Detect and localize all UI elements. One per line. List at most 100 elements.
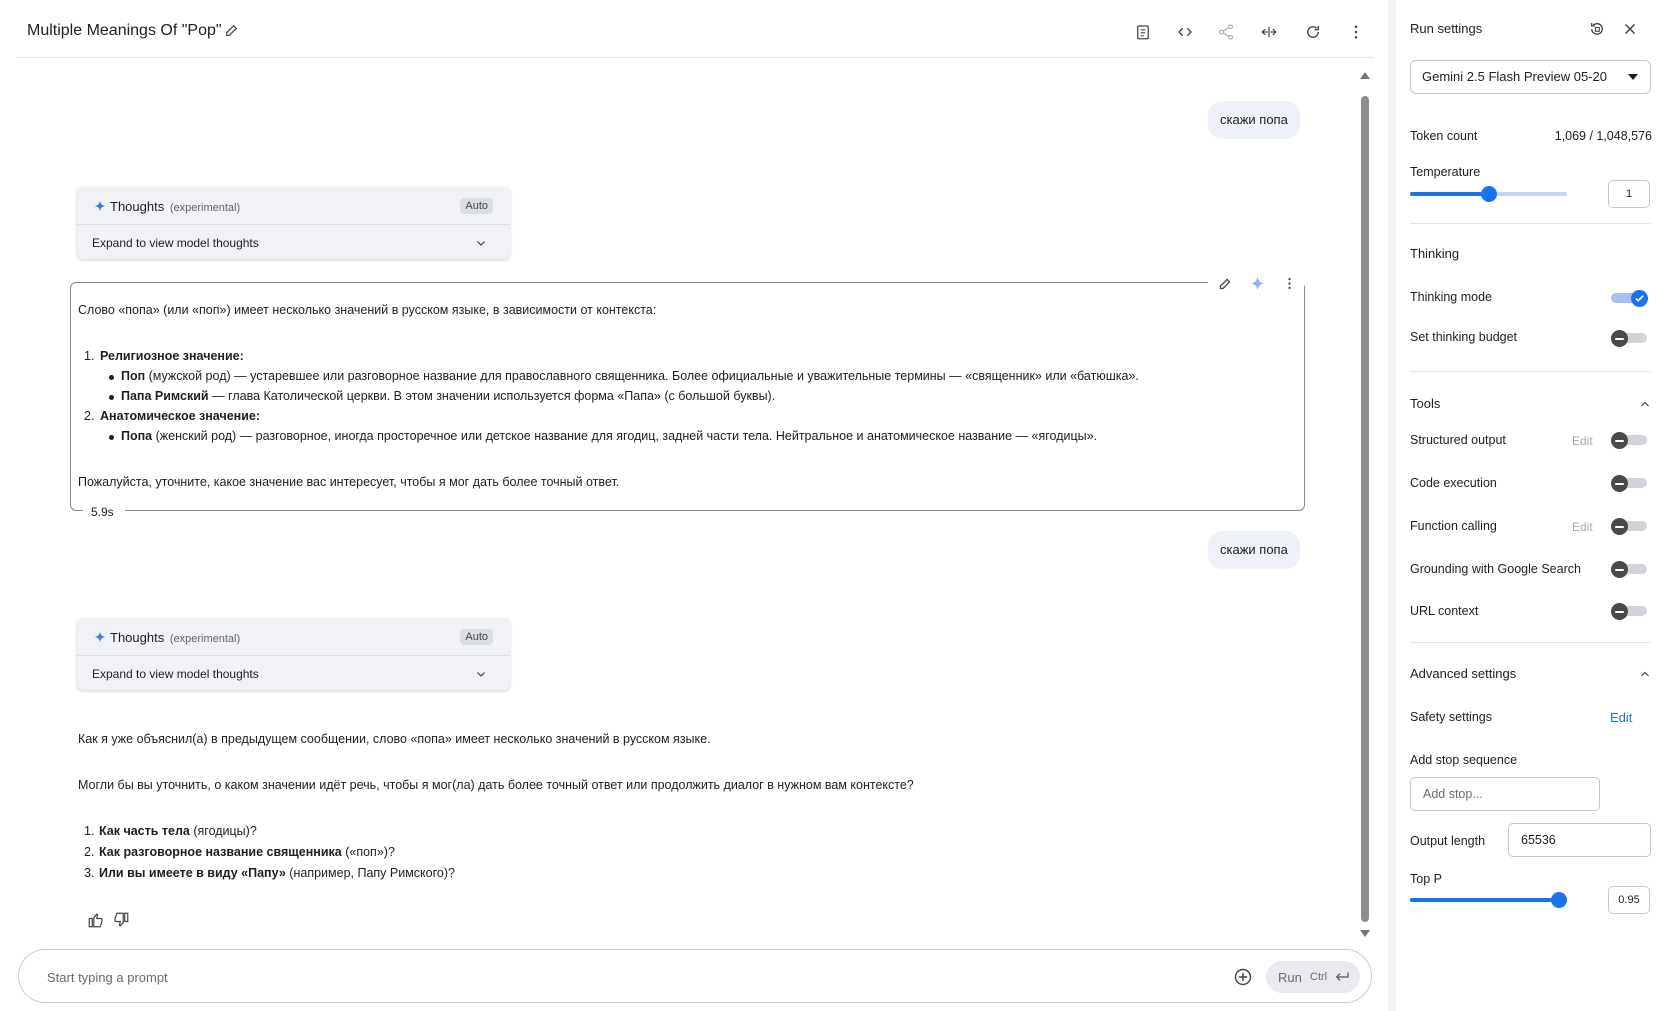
scroll-up-arrow[interactable] [1360,72,1370,79]
expand-thoughts-label[interactable]: Expand to view model thoughts [92,236,259,250]
caret-down-icon [1628,74,1638,80]
add-circle-icon[interactable] [1233,967,1253,987]
thinking-mode-label: Thinking mode [1410,290,1492,304]
bullet-dot [109,435,114,440]
thoughts-header: Thoughts (experimental) Auto [77,618,510,656]
compare-icon[interactable] [1258,21,1280,43]
user-message: скажи попа [1208,531,1300,569]
list-item: Поп (мужской род) — устаревшее или разго… [121,369,1139,383]
app-root: Multiple Meanings Of "Pop" скажи попа Th… [0,0,1673,1011]
chevron-up-icon[interactable] [1639,398,1651,410]
prompt-input[interactable] [47,967,1127,987]
output-length-label: Output length [1410,834,1486,848]
list-item: Или вы имеете в виду «Папу» (например, П… [99,866,455,880]
model-select-value: Gemini 2.5 Flash Preview 05-20 [1422,69,1607,84]
code-execution-label: Code execution [1410,476,1497,490]
auto-badge: Auto [460,629,493,645]
sparkle-icon [94,200,106,212]
chat-scrollbar[interactable] [1360,72,1370,937]
grounding-label: Grounding with Google Search [1410,562,1581,576]
close-icon[interactable] [1621,20,1639,38]
chat-header: Multiple Meanings Of "Pop" [16,0,1374,58]
temperature-input[interactable]: 1 [1608,180,1650,208]
scroll-thumb[interactable] [1361,96,1369,922]
refresh-icon[interactable] [1302,21,1324,43]
run-shortcut: Ctrl [1310,971,1328,983]
bullet-dot [109,375,114,380]
prompt-bar: Run Ctrl [18,949,1372,1003]
run-button[interactable]: Run Ctrl [1266,961,1360,993]
list-number: 2. [84,409,95,423]
list-item: Как часть тела (ягодицы)? [99,824,257,838]
top-p-slider-handle[interactable] [1551,892,1568,908]
safety-settings-edit[interactable]: Edit [1610,710,1632,725]
list-number: 2. [84,845,95,859]
model-select[interactable]: Gemini 2.5 Flash Preview 05-20 [1410,60,1651,94]
structured-output-edit[interactable]: Edit [1572,434,1593,448]
top-p-slider-fill [1410,898,1560,902]
response-duration: 5.9s [83,505,125,521]
reset-icon[interactable] [1588,20,1606,38]
list-number: 1. [84,349,95,363]
code-execution-toggle[interactable] [1611,475,1647,492]
run-label: Run [1278,970,1302,985]
thumbs-up-icon[interactable] [87,911,105,929]
list-item-title: Религиозное значение: [100,349,244,363]
function-calling-edit[interactable]: Edit [1572,520,1593,534]
top-p-label: Top P [1410,872,1442,886]
user-message: скажи попа [1208,101,1300,139]
more-vert-icon[interactable] [1280,274,1298,292]
list-number: 3. [84,866,95,880]
code-icon[interactable] [1174,21,1196,43]
thoughts-panel[interactable]: Thoughts (experimental) Auto Expand to v… [77,187,510,259]
chevron-down-icon[interactable] [475,237,487,249]
scroll-down-arrow[interactable] [1360,930,1370,937]
output-length-input[interactable]: 65536 [1508,823,1651,857]
expand-thoughts-label[interactable]: Expand to view model thoughts [92,667,259,681]
bullet-dot [109,395,114,400]
temperature-label: Temperature [1410,165,1481,179]
thinking-heading: Thinking [1410,246,1460,261]
list-item-title: Анатомическое значение: [100,409,260,423]
edit-title-icon[interactable] [224,22,242,40]
structured-output-label: Structured output [1410,433,1506,447]
url-context-label: URL context [1410,604,1479,618]
thoughts-panel[interactable]: Thoughts (experimental) Auto Expand to v… [77,618,510,690]
more-vert-icon[interactable] [1345,21,1367,43]
temperature-slider-handle[interactable] [1480,186,1497,202]
stop-sequence-input[interactable] [1423,787,1573,801]
response-paragraph: Как я уже объяснил(а) в предыдущем сообщ… [78,732,711,746]
model-response[interactable]: Слово «попа» (или «поп») имеет несколько… [70,272,1305,511]
thoughts-title: Thoughts (experimental) [110,199,241,214]
list-item: Как разговорное название священника («по… [99,845,395,859]
token-count-value: 1,069 / 1,048,576 [1554,129,1652,143]
thumbs-down-icon[interactable] [112,911,130,929]
share-icon[interactable] [1215,21,1237,43]
top-p-input[interactable]: 0.95 [1608,886,1650,914]
token-count-label: Token count [1410,129,1478,143]
safety-settings-label: Safety settings [1410,710,1492,724]
thinking-mode-toggle[interactable] [1611,290,1648,307]
url-context-toggle[interactable] [1611,603,1647,620]
sparkle-icon [94,631,106,643]
thinking-budget-toggle[interactable] [1611,330,1647,347]
settings-title: Run settings [1410,21,1483,36]
page-title: Multiple Meanings Of "Pop" [27,22,222,39]
function-calling-toggle[interactable] [1611,518,1647,535]
clipboard-icon[interactable] [1132,21,1154,43]
chevron-down-icon[interactable] [475,668,487,680]
edit-icon[interactable] [1216,274,1234,292]
response-intro: Слово «попа» (или «поп») имеет несколько… [78,303,657,317]
temperature-slider-fill [1410,192,1489,196]
grounding-toggle[interactable] [1611,561,1647,578]
divider [1410,642,1651,643]
response-paragraph: Могли бы вы уточнить, о каком значении и… [78,778,914,792]
thoughts-title: Thoughts (experimental) [110,630,241,645]
structured-output-toggle[interactable] [1611,432,1647,449]
auto-badge: Auto [460,198,493,214]
list-number: 1. [84,824,95,838]
divider [1410,371,1651,372]
chevron-up-icon[interactable] [1639,668,1651,680]
thinking-budget-label: Set thinking budget [1410,330,1518,344]
sparkle-rerun-icon[interactable] [1248,274,1266,292]
